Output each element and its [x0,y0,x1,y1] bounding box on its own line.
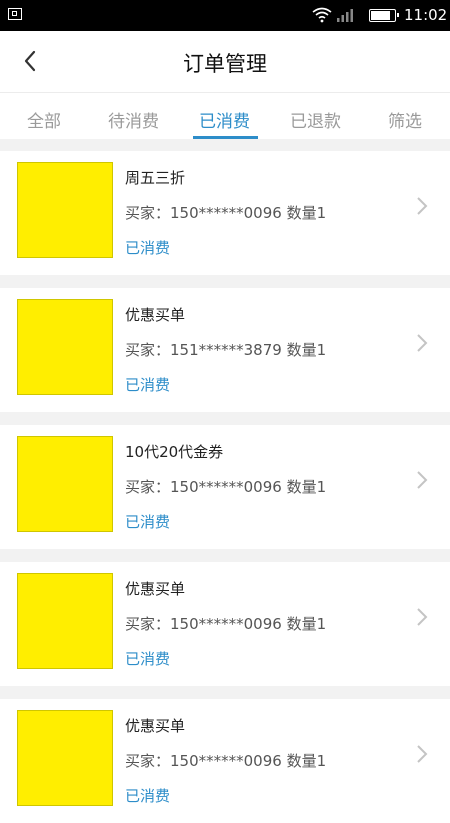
order-item[interactable]: 优惠买单 买家：151******3879 数量1 已消费 [0,288,450,412]
chevron-right-icon [417,334,428,352]
order-status: 已消费 [125,787,171,805]
order-thumbnail [17,299,113,395]
tab-pending[interactable]: 待消费 [108,107,159,132]
signal-icon [337,9,353,22]
chevron-right-icon [417,608,428,626]
nav-bar: 订单管理 [0,31,450,92]
wifi-icon [312,7,332,23]
order-buyer: 买家：150******0096 数量1 [125,615,327,633]
order-name: 10代20代金券 [125,443,224,461]
order-name: 周五三折 [125,169,186,187]
tab-consumed[interactable]: 已消费 [199,107,250,132]
clock: 11:02 [404,6,448,24]
page-title: 订单管理 [183,52,267,76]
tab-all[interactable]: 全部 [27,107,61,132]
order-item[interactable]: 10代20代金券 买家：150******0096 数量1 已消费 [0,425,450,549]
order-status: 已消费 [125,650,171,668]
order-status: 已消费 [125,513,171,531]
status-bar: 11:02 [0,0,450,31]
order-thumbnail [17,710,113,806]
chevron-right-icon [417,197,428,215]
order-name: 优惠买单 [125,717,186,735]
battery-icon [369,9,399,22]
chevron-right-icon [417,745,428,763]
order-item[interactable]: 周五三折 买家：150******0096 数量1 已消费 [0,151,450,275]
tab-filter[interactable]: 筛选 [388,107,422,132]
order-buyer: 买家：150******0096 数量1 [125,752,327,770]
order-status: 已消费 [125,376,171,394]
order-buyer: 买家：150******0096 数量1 [125,478,327,496]
screenshot-icon [8,8,22,20]
order-status: 已消费 [125,239,171,257]
order-thumbnail [17,162,113,258]
order-thumbnail [17,436,113,532]
active-tab-indicator [193,136,258,139]
order-buyer: 买家：151******3879 数量1 [125,341,327,359]
order-item[interactable]: 优惠买单 买家：150******0096 数量1 已消费 [0,562,450,686]
chevron-right-icon [417,471,428,489]
order-name: 优惠买单 [125,580,186,598]
tab-bar: 全部 待消费 已消费 已退款 筛选 [0,92,450,139]
order-name: 优惠买单 [125,306,186,324]
tab-refunded[interactable]: 已退款 [290,107,341,132]
order-thumbnail [17,573,113,669]
order-buyer: 买家：150******0096 数量1 [125,204,327,222]
battery-level [371,11,391,20]
order-item[interactable]: 优惠买单 买家：150******0096 数量1 已消费 [0,699,450,823]
